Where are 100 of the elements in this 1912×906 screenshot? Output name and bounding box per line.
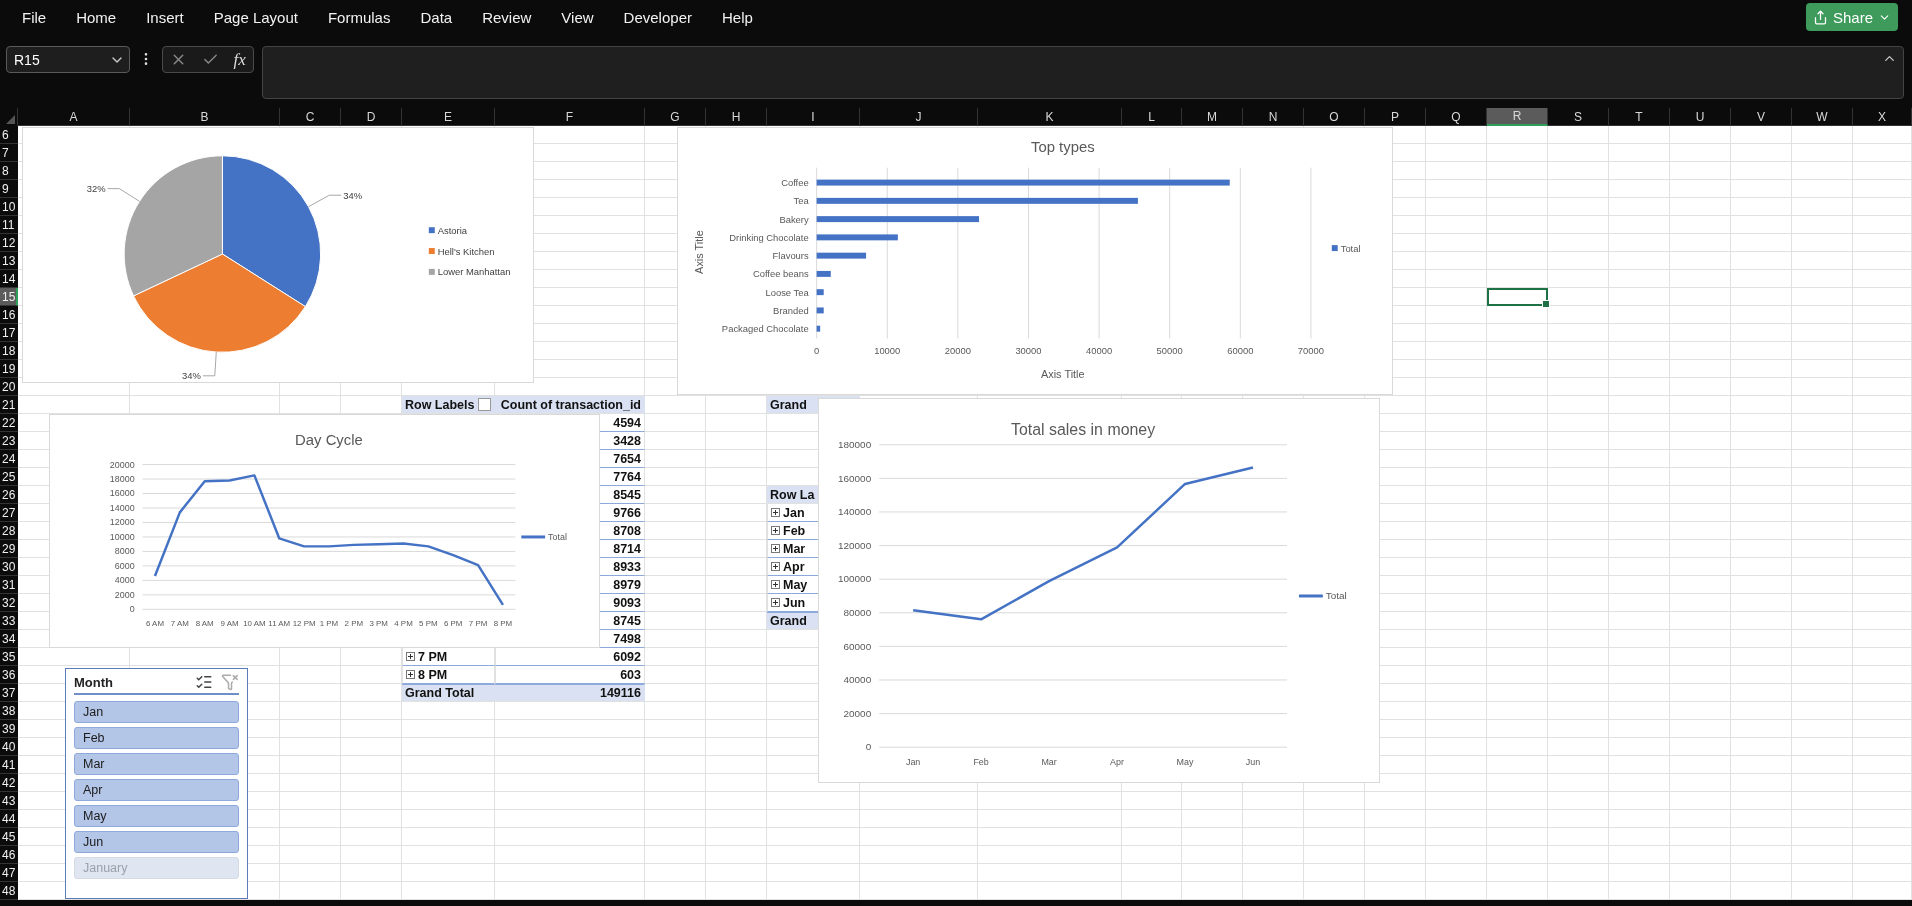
row-header[interactable]: 19 (0, 360, 18, 378)
expand-icon[interactable] (771, 580, 780, 589)
row-header[interactable]: 32 (0, 594, 18, 612)
column-header[interactable]: G (645, 108, 706, 126)
axis-category-label: 9 AM (220, 619, 239, 629)
row-header[interactable]: 14 (0, 270, 18, 288)
multi-select-icon[interactable] (195, 673, 213, 691)
row-header[interactable]: 46 (0, 846, 18, 864)
name-box[interactable]: R15 (6, 46, 130, 73)
row-header[interactable]: 44 (0, 810, 18, 828)
row-header[interactable]: 11 (0, 216, 18, 234)
slicer-item[interactable]: Mar (74, 753, 239, 775)
column-header[interactable]: K (978, 108, 1122, 126)
column-header[interactable]: C (280, 108, 341, 126)
column-header[interactable]: R (1487, 108, 1548, 126)
menu-tab[interactable]: Data (420, 8, 453, 26)
menu-tab[interactable]: Help (721, 8, 753, 26)
row-header[interactable]: 22 (0, 414, 18, 432)
slicer-item[interactable]: Jan (74, 701, 239, 723)
slicer-item[interactable]: Feb (74, 727, 239, 749)
column-header[interactable]: U (1670, 108, 1731, 126)
row-header[interactable]: 39 (0, 720, 18, 738)
expand-icon[interactable] (406, 652, 415, 661)
row-header[interactable]: 23 (0, 432, 18, 450)
row-header[interactable]: 37 (0, 684, 18, 702)
menu-tab[interactable]: Developer (623, 8, 692, 26)
column-header[interactable]: F (495, 108, 645, 126)
menu-tab[interactable]: Insert (146, 8, 184, 26)
row-header[interactable]: 10 (0, 198, 18, 216)
menu-tab[interactable]: Home (76, 8, 117, 26)
row-header[interactable]: 17 (0, 324, 18, 342)
column-header[interactable]: J (860, 108, 978, 126)
column-header[interactable]: E (402, 108, 495, 126)
row-header[interactable]: 16 (0, 306, 18, 324)
column-header[interactable]: D (341, 108, 402, 126)
column-header[interactable]: A (18, 108, 130, 126)
menu-tab[interactable]: Formulas (327, 8, 391, 26)
row-header[interactable]: 30 (0, 558, 18, 576)
column-header[interactable]: P (1365, 108, 1426, 126)
row-header[interactable]: 29 (0, 540, 18, 558)
menu-tab[interactable]: View (561, 8, 594, 26)
expand-icon[interactable] (771, 562, 780, 571)
row-header[interactable]: 9 (0, 180, 18, 198)
column-header[interactable]: M (1182, 108, 1243, 126)
column-header[interactable]: B (130, 108, 280, 126)
row-header[interactable]: 7 (0, 144, 18, 162)
row-header[interactable]: 35 (0, 648, 18, 666)
column-header[interactable]: V (1731, 108, 1792, 126)
row-header[interactable]: 6 (0, 126, 18, 144)
row-header[interactable]: 28 (0, 522, 18, 540)
filter-dropdown-icon[interactable] (478, 398, 491, 411)
row-header[interactable]: 20 (0, 378, 18, 396)
row-header[interactable]: 27 (0, 504, 18, 522)
row-header[interactable]: 13 (0, 252, 18, 270)
expand-icon[interactable] (771, 598, 780, 607)
column-header[interactable]: O (1304, 108, 1365, 126)
column-header[interactable]: W (1792, 108, 1853, 126)
expand-icon[interactable] (771, 526, 780, 535)
column-header[interactable]: S (1548, 108, 1609, 126)
row-header[interactable]: 42 (0, 774, 18, 792)
row-header[interactable]: 25 (0, 468, 18, 486)
column-header[interactable]: X (1853, 108, 1912, 126)
select-all-corner[interactable] (0, 108, 18, 126)
column-header[interactable]: I (767, 108, 860, 126)
row-header[interactable]: 12 (0, 234, 18, 252)
axis-tick-label: 60000 (843, 640, 872, 652)
formula-input[interactable] (262, 46, 1904, 99)
row-header[interactable]: 31 (0, 576, 18, 594)
row-header[interactable]: 41 (0, 756, 18, 774)
column-header[interactable]: N (1243, 108, 1304, 126)
row-header[interactable]: 33 (0, 612, 18, 630)
row-header[interactable]: 43 (0, 792, 18, 810)
column-header[interactable]: L (1122, 108, 1182, 126)
slicer-item[interactable]: Apr (74, 779, 239, 801)
row-header[interactable]: 45 (0, 828, 18, 846)
row-header[interactable]: 8 (0, 162, 18, 180)
expand-icon[interactable] (771, 544, 780, 553)
row-header[interactable]: 15 (0, 288, 18, 306)
menu-tab[interactable]: Page Layout (213, 8, 298, 26)
selected-cell[interactable] (1487, 288, 1548, 306)
row-header[interactable]: 24 (0, 450, 18, 468)
row-header[interactable]: 21 (0, 396, 18, 414)
row-header[interactable]: 48 (0, 882, 18, 900)
row-header[interactable]: 18 (0, 342, 18, 360)
slicer-item[interactable]: May (74, 805, 239, 827)
menu-tab[interactable]: File (22, 8, 47, 26)
row-header[interactable]: 26 (0, 486, 18, 504)
row-header[interactable]: 47 (0, 864, 18, 882)
row-header[interactable]: 36 (0, 666, 18, 684)
row-header[interactable]: 34 (0, 630, 18, 648)
menu-tab[interactable]: Review (482, 8, 532, 26)
column-header[interactable]: Q (1426, 108, 1487, 126)
row-header[interactable]: 40 (0, 738, 18, 756)
slicer-item[interactable]: Jun (74, 831, 239, 853)
row-header[interactable]: 38 (0, 702, 18, 720)
expand-icon[interactable] (406, 670, 415, 679)
insert-function-button[interactable]: fx (233, 49, 246, 70)
expand-icon[interactable] (771, 508, 780, 517)
column-header[interactable]: T (1609, 108, 1670, 126)
column-header[interactable]: H (706, 108, 767, 126)
